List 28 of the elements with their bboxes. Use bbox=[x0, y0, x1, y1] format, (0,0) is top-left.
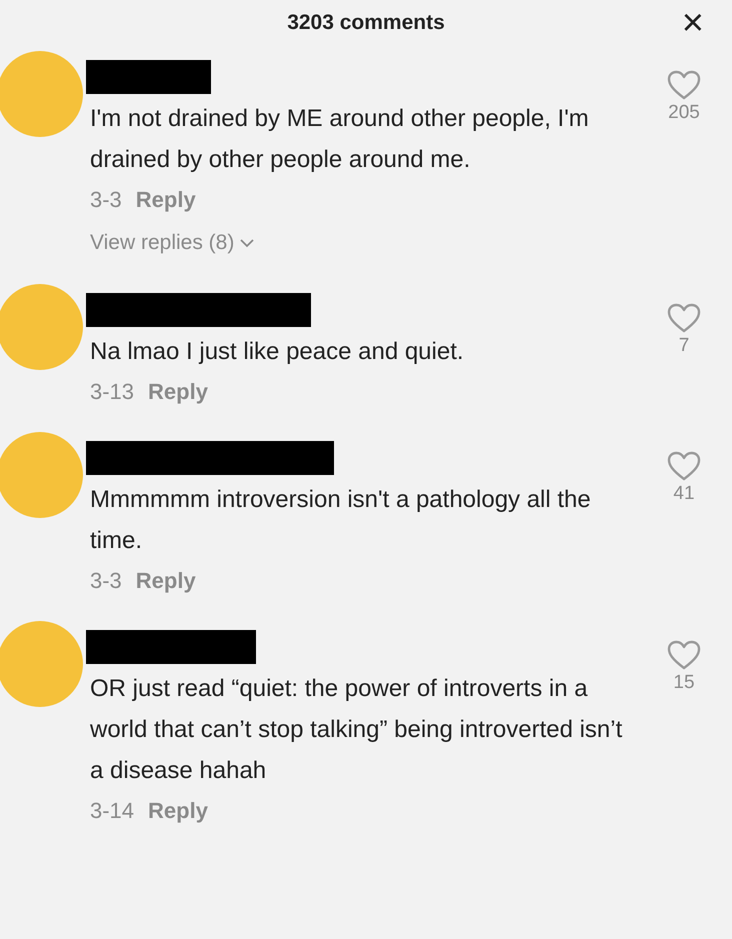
chevron-down-icon bbox=[240, 238, 254, 248]
comment-text: OR just read “quiet: the power of introverts in a world that can’t stop talking” being introverted isn’t a disease hahah bbox=[90, 674, 624, 786]
like-count: 7 bbox=[678, 335, 690, 357]
avatar-icon[interactable] bbox=[0, 620, 84, 708]
like-count: 15 bbox=[673, 672, 695, 694]
like-count: 205 bbox=[668, 102, 700, 124]
avatar-icon[interactable] bbox=[0, 283, 84, 371]
comment-text: Mmmmmm introversion isn't a pathology all the time. bbox=[90, 485, 592, 556]
comment-date: 3-14 bbox=[90, 797, 134, 825]
close-button[interactable]: × bbox=[682, 4, 704, 42]
heart-icon[interactable] bbox=[667, 70, 701, 100]
reply-link[interactable]: Reply bbox=[136, 180, 196, 219]
avatar-icon[interactable] bbox=[0, 431, 84, 519]
heart-icon[interactable] bbox=[667, 303, 701, 333]
comment-text: I'm not drained by ME around other people, I'm drained by other people around me. bbox=[90, 104, 590, 175]
comments-count-title: 3203 comments bbox=[287, 11, 445, 35]
comment-text: Na lmao I just like peace and quiet. bbox=[90, 337, 465, 367]
heart-icon[interactable] bbox=[667, 451, 701, 481]
reply-link[interactable]: Reply bbox=[148, 791, 208, 830]
comment-date: 3-3 bbox=[90, 186, 122, 214]
avatar-icon[interactable] bbox=[0, 50, 84, 138]
reply-link[interactable]: Reply bbox=[136, 561, 196, 600]
view-replies-button[interactable]: View replies (8) bbox=[90, 223, 254, 263]
reply-link[interactable]: Reply bbox=[148, 372, 208, 411]
like-count: 41 bbox=[673, 483, 695, 505]
heart-icon[interactable] bbox=[667, 640, 701, 670]
comment-date: 3-3 bbox=[90, 567, 122, 595]
comment-date: 3-13 bbox=[90, 378, 134, 406]
